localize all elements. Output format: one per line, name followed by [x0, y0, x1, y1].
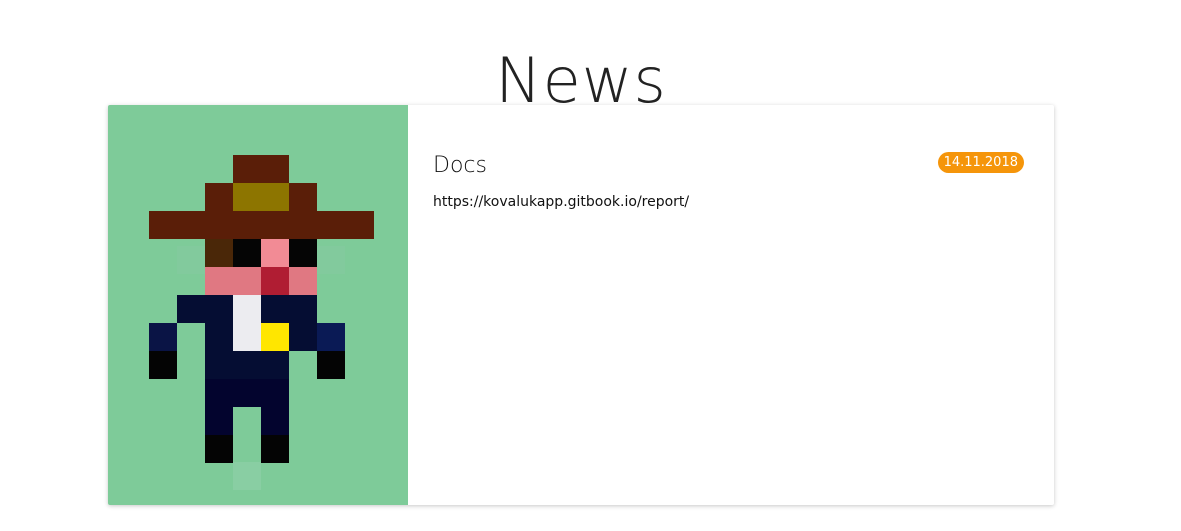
- news-card[interactable]: Docs https://kovalukapp.gitbook.io/repor…: [108, 105, 1054, 505]
- news-title[interactable]: Docs: [433, 153, 487, 178]
- news-link[interactable]: https://kovalukapp.gitbook.io/report/: [433, 194, 689, 210]
- pixel-cowboy-icon: [149, 155, 374, 490]
- news-card-image: [108, 105, 408, 505]
- date-badge: 14.11.2018: [937, 152, 1024, 173]
- news-card-content: Docs https://kovalukapp.gitbook.io/repor…: [408, 105, 1054, 505]
